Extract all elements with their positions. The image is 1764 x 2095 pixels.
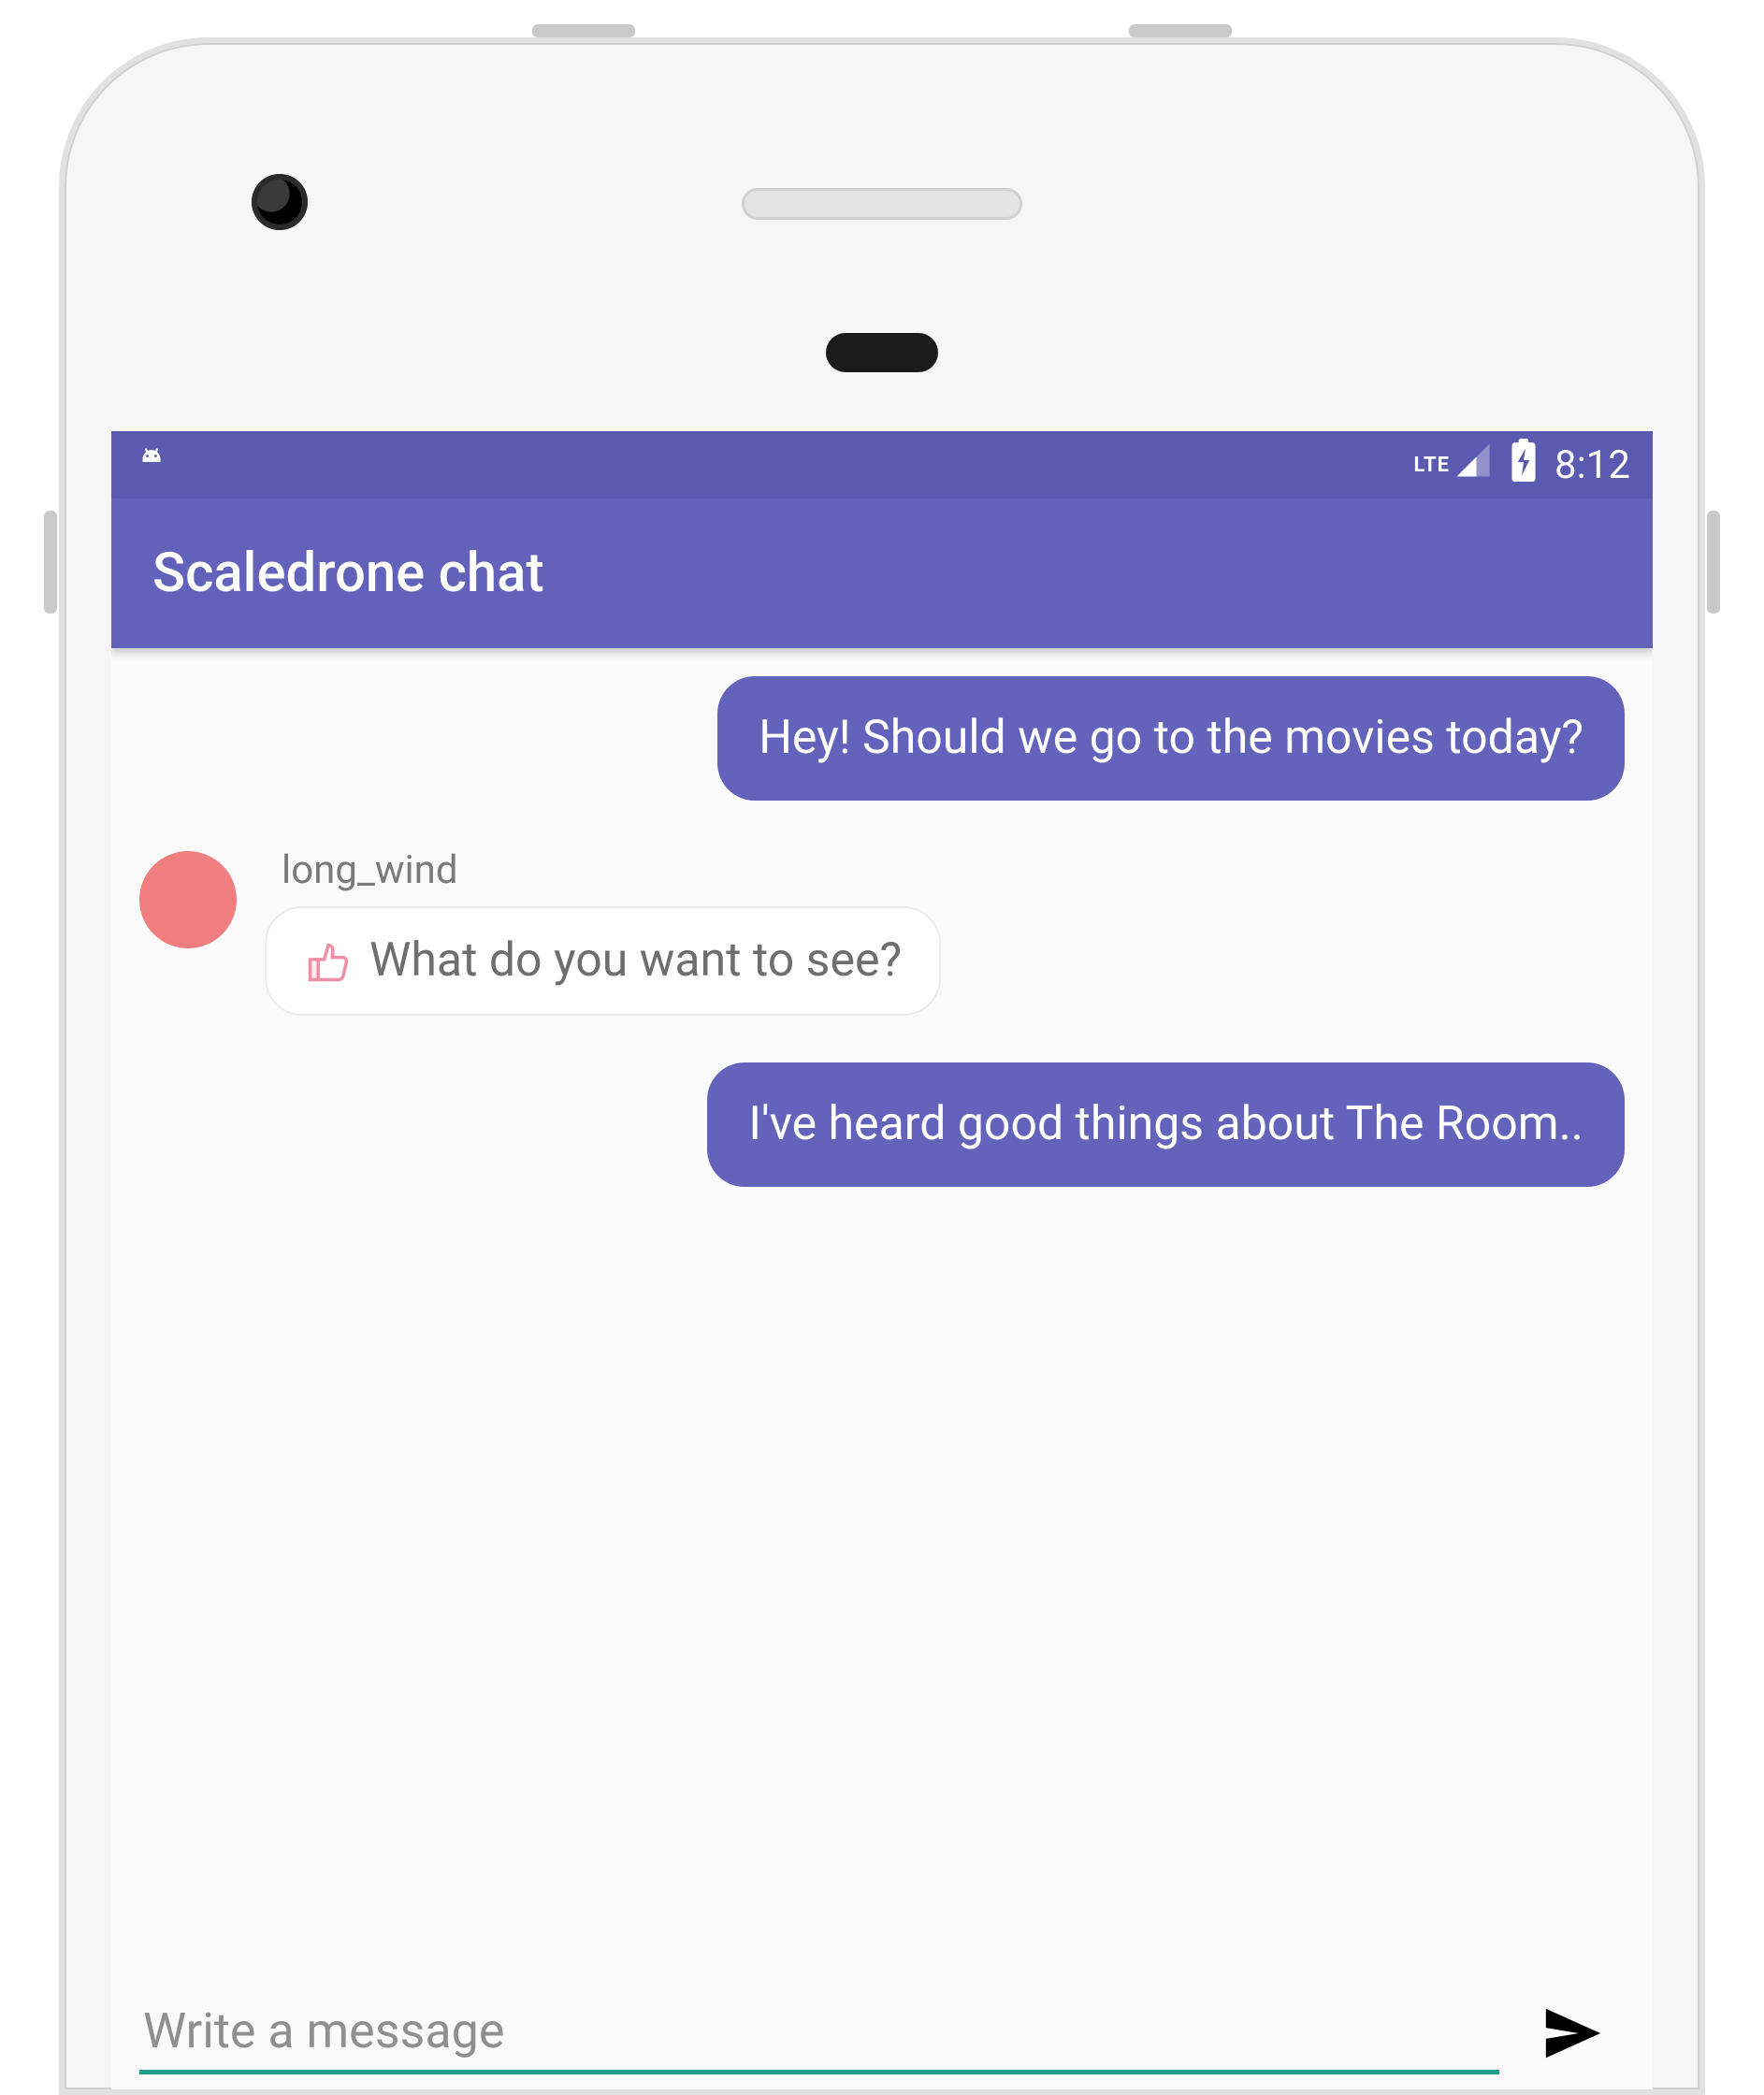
message-bubble-mine[interactable]: Hey! Should we go to the movies today? [717, 676, 1625, 801]
message-bubble-theirs[interactable]: What do you want to see? [265, 906, 941, 1016]
message-bubble-mine[interactable]: I've heard good things about The Room.. [707, 1062, 1625, 1187]
phone-speaker [742, 188, 1022, 220]
sender-name: long_wind [265, 847, 941, 893]
input-underline [139, 2070, 1499, 2074]
message-text: I've heard good things about The Room.. [748, 1097, 1583, 1151]
message-row: long_wind What do you want to see? [139, 847, 1625, 1016]
avatar[interactable] [139, 851, 237, 948]
send-icon [1531, 2001, 1615, 2066]
phone-camera [252, 174, 308, 230]
message-row: I've heard good things about The Room.. [139, 1062, 1625, 1187]
status-time: 8:12 [1554, 442, 1630, 488]
status-bar: LTE 8:12 [111, 431, 1653, 498]
thumbs-up-icon [304, 937, 353, 986]
compose-input-wrapper [139, 1986, 1499, 2080]
phone-top-notch-left [532, 24, 635, 37]
android-debug-icon [134, 447, 169, 483]
compose-bar [111, 1976, 1653, 2089]
phone-sensor [826, 333, 938, 372]
battery-charging-icon [1510, 439, 1538, 492]
phone-side-button-right [1707, 511, 1720, 614]
message-input[interactable] [139, 1986, 1499, 2080]
app-screen: LTE 8:12 Scaledrone chat [111, 431, 1653, 2089]
signal-icon [1453, 441, 1493, 490]
network-label: LTE [1414, 454, 1450, 477]
app-bar: Scaledrone chat [111, 498, 1653, 648]
message-row: Hey! Should we go to the movies today? [139, 676, 1625, 801]
chat-list[interactable]: Hey! Should we go to the movies today? l… [111, 648, 1653, 1948]
app-title: Scaledrone chat [152, 542, 544, 605]
phone-frame: LTE 8:12 Scaledrone chat [59, 37, 1705, 2095]
phone-top-notch-right [1129, 24, 1232, 37]
send-button[interactable] [1522, 1996, 1625, 2071]
phone-side-button-left [44, 511, 57, 614]
message-text: What do you want to see? [369, 931, 902, 991]
message-text: Hey! Should we go to the movies today? [759, 711, 1583, 765]
